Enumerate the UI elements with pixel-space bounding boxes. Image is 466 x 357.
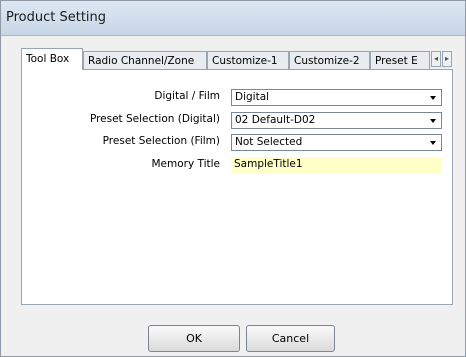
memory-title-input[interactable]: SampleTitle1	[231, 157, 442, 173]
product-setting-window: Product Setting Tool Box Radio Channel/Z…	[0, 0, 466, 357]
tab-customize-2[interactable]: Customize-2	[289, 51, 370, 69]
tab-strip: Tool Box Radio Channel/Zone Customize-1 …	[21, 48, 453, 70]
digital-film-select[interactable]: Digital	[231, 89, 442, 106]
tab-customize-1[interactable]: Customize-1	[207, 51, 289, 69]
cancel-button[interactable]: Cancel	[246, 325, 335, 352]
memory-title-label: Memory Title	[151, 158, 220, 170]
chevron-down-icon	[430, 119, 436, 123]
preset-film-value: Not Selected	[235, 136, 303, 148]
tab-scroll-left-icon[interactable]: ◂	[431, 51, 441, 67]
preset-film-select[interactable]: Not Selected	[231, 134, 442, 151]
chevron-down-icon	[430, 96, 436, 100]
preset-digital-value: 02 Default-D02	[235, 114, 316, 126]
preset-film-label: Preset Selection (Film)	[102, 135, 220, 147]
ok-button[interactable]: OK	[148, 325, 240, 352]
tab-scroll-right-icon[interactable]: ▸	[442, 51, 452, 67]
tab-tool-box[interactable]: Tool Box	[21, 48, 83, 70]
digital-film-value: Digital	[235, 91, 270, 103]
tab-radio-channel-zone[interactable]: Radio Channel/Zone	[83, 51, 207, 69]
tool-box-panel: Digital / Film Digital Preset Selection …	[21, 69, 453, 305]
preset-digital-select[interactable]: 02 Default-D02	[231, 112, 442, 129]
tab-preset-e[interactable]: Preset E	[370, 51, 430, 69]
chevron-down-icon	[430, 141, 436, 145]
window-title: Product Setting	[6, 10, 107, 25]
preset-digital-label: Preset Selection (Digital)	[89, 113, 220, 125]
title-bar: Product Setting	[1, 1, 465, 36]
memory-title-value: SampleTitle1	[234, 158, 303, 170]
digital-film-label: Digital / Film	[154, 90, 220, 102]
